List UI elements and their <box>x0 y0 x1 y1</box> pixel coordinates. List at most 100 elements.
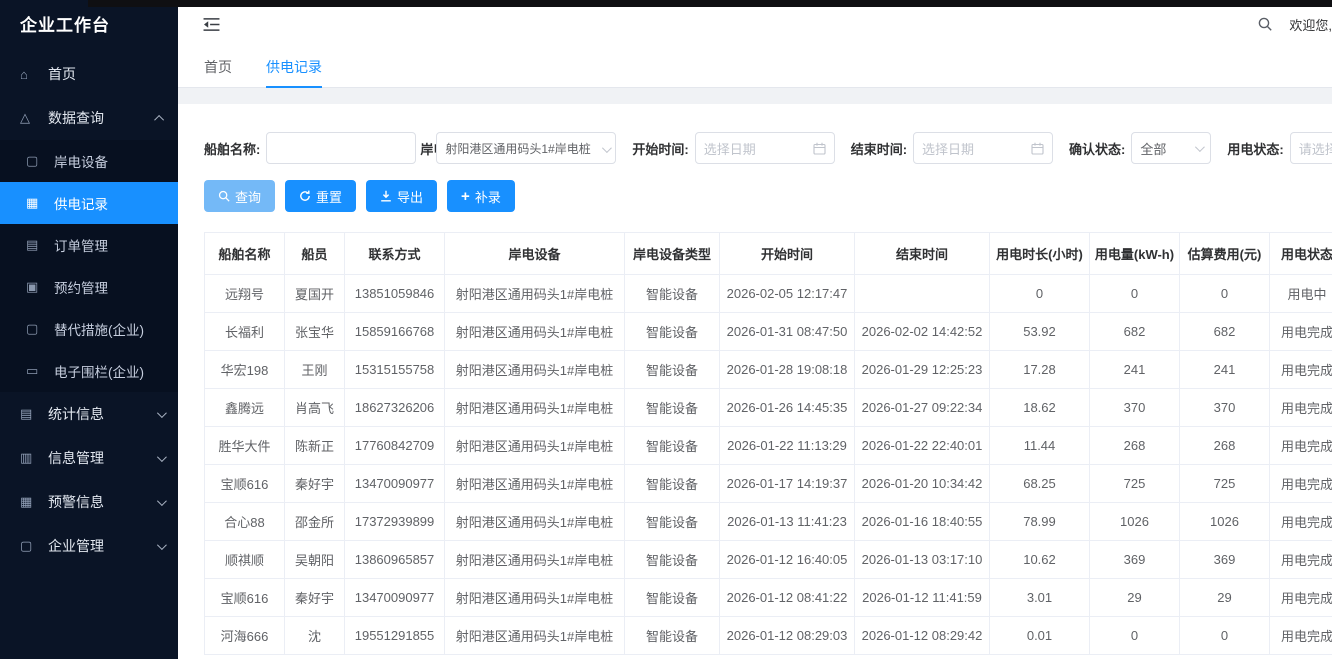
cell-ship-name: 长福利 <box>205 313 285 351</box>
cell-contact: 19551291855 <box>345 617 445 655</box>
ship-name-label: 船舶名称: <box>204 139 260 158</box>
end-date-picker[interactable]: 选择日期 <box>913 132 1053 164</box>
device-select[interactable]: 射阳港区通用码头1#岸电桩 <box>436 132 616 164</box>
sidebar-item-label: 岸电设备 <box>54 151 108 171</box>
sidebar-item-power-records[interactable]: ▦ 供电记录 <box>0 182 178 224</box>
sidebar-item-home[interactable]: ⌂ 首页 <box>0 52 178 96</box>
sidebar-item-enterprise-management[interactable]: ▢ 企业管理 <box>0 524 178 568</box>
cell-end-time: 2026-01-16 18:40:55 <box>855 503 990 541</box>
cell-cost: 29 <box>1180 579 1270 617</box>
cell-end-time: 2026-01-12 08:29:42 <box>855 617 990 655</box>
cell-start-time: 2026-01-28 19:08:18 <box>720 351 855 389</box>
table-row: 宝顺616 秦好宇 13470090977 射阳港区通用码头1#岸电桩 智能设备… <box>205 465 1332 503</box>
cell-status: 用电完成 <box>1270 465 1332 503</box>
sidebar-item-data-query[interactable]: △ 数据查询 <box>0 96 178 140</box>
cell-cost: 0 <box>1180 617 1270 655</box>
export-button[interactable]: 导出 <box>366 180 437 212</box>
cell-status: 用电完成 <box>1270 427 1332 465</box>
cell-contact: 13860965857 <box>345 541 445 579</box>
column-header: 估算费用(元) <box>1180 233 1270 275</box>
cell-crew: 吴朝阳 <box>285 541 345 579</box>
cell-start-time: 2026-01-17 14:19:37 <box>720 465 855 503</box>
cell-device: 射阳港区通用码头1#岸电桩 <box>445 313 625 351</box>
cell-ship-name: 河海666 <box>205 617 285 655</box>
cell-contact: 13851059846 <box>345 275 445 313</box>
tab-power-records[interactable]: 供电记录 <box>266 48 322 88</box>
query-button[interactable]: 查询 <box>204 180 275 212</box>
cell-crew: 沈 <box>285 617 345 655</box>
cell-device-type: 智能设备 <box>625 541 720 579</box>
sidebar-item-shore-devices[interactable]: ▢ 岸电设备 <box>0 140 178 182</box>
cell-contact: 18627326206 <box>345 389 445 427</box>
cell-device-type: 智能设备 <box>625 617 720 655</box>
column-header: 用电时长(小时) <box>990 233 1090 275</box>
download-icon <box>380 190 392 202</box>
outdent-icon <box>202 17 221 32</box>
records-icon: ▦ <box>26 195 48 211</box>
sidebar-item-label: 企业管理 <box>48 536 104 556</box>
cell-consumption: 29 <box>1090 579 1180 617</box>
sidebar-item-label: 电子围栏(企业) <box>54 361 144 381</box>
cell-contact: 15315155758 <box>345 351 445 389</box>
sidebar-item-warning-info[interactable]: ▦ 预警信息 <box>0 480 178 524</box>
tab-bar: 首页 供电记录 <box>178 48 1332 88</box>
device-icon: ▢ <box>26 153 48 169</box>
cell-start-time: 2026-01-13 11:41:23 <box>720 503 855 541</box>
cell-contact: 13470090977 <box>345 579 445 617</box>
refresh-icon <box>299 190 311 202</box>
chevron-down-icon <box>157 452 167 462</box>
cell-consumption: 1026 <box>1090 503 1180 541</box>
sidebar-item-label: 订单管理 <box>54 235 108 255</box>
cell-crew: 肖高飞 <box>285 389 345 427</box>
confirm-status-value: 全部 <box>1140 139 1166 158</box>
cell-device: 射阳港区通用码头1#岸电桩 <box>445 351 625 389</box>
tab-home[interactable]: 首页 <box>204 48 232 88</box>
cell-status: 用电中 <box>1270 275 1332 313</box>
cell-cost: 370 <box>1180 389 1270 427</box>
sidebar-collapse-button[interactable] <box>202 17 221 32</box>
column-header: 船舶名称 <box>205 233 285 275</box>
power-status-select[interactable]: 请选择 <box>1290 132 1332 164</box>
sidebar-item-information-management[interactable]: ▥ 信息管理 <box>0 436 178 480</box>
column-header: 开始时间 <box>720 233 855 275</box>
column-header: 联系方式 <box>345 233 445 275</box>
start-date-picker[interactable]: 选择日期 <box>695 132 835 164</box>
column-header: 岸电设备 <box>445 233 625 275</box>
cell-cost: 369 <box>1180 541 1270 579</box>
cell-device: 射阳港区通用码头1#岸电桩 <box>445 389 625 427</box>
cell-ship-name: 华宏198 <box>205 351 285 389</box>
chevron-down-icon <box>157 496 167 506</box>
cell-end-time <box>855 275 990 313</box>
sidebar-item-alternative-measures[interactable]: ▢ 替代措施(企业) <box>0 308 178 350</box>
chevron-down-icon <box>157 540 167 550</box>
cell-end-time: 2026-01-20 10:34:42 <box>855 465 990 503</box>
cell-consumption: 370 <box>1090 389 1180 427</box>
search-icon[interactable] <box>1257 16 1273 32</box>
cell-status: 用电完成 <box>1270 541 1332 579</box>
sidebar-item-electronic-fence[interactable]: ▭ 电子围栏(企业) <box>0 350 178 392</box>
cell-device: 射阳港区通用码头1#岸电桩 <box>445 465 625 503</box>
chevron-down-icon <box>602 143 612 153</box>
ship-name-input[interactable] <box>275 133 407 163</box>
sidebar-item-label: 首页 <box>48 64 76 84</box>
confirm-status-select[interactable]: 全部 <box>1131 132 1211 164</box>
cell-cost: 725 <box>1180 465 1270 503</box>
sidebar-item-order-management[interactable]: ▤ 订单管理 <box>0 224 178 266</box>
chevron-up-icon <box>154 114 164 124</box>
cell-start-time: 2026-01-12 16:40:05 <box>720 541 855 579</box>
sidebar-item-statistics[interactable]: ▤ 统计信息 <box>0 392 178 436</box>
sidebar-item-label: 预警信息 <box>48 492 104 512</box>
cell-duration: 17.28 <box>990 351 1090 389</box>
cell-device: 射阳港区通用码头1#岸电桩 <box>445 617 625 655</box>
cell-duration: 0 <box>990 275 1090 313</box>
cell-device-type: 智能设备 <box>625 351 720 389</box>
app-root: 企业工作台 ⌂ 首页 △ 数据查询 ▢ 岸电设备 ▦ 供电记录 <box>0 0 1332 659</box>
reset-button[interactable]: 重置 <box>285 180 356 212</box>
sidebar-item-reservation-management[interactable]: ▣ 预约管理 <box>0 266 178 308</box>
calendar-icon <box>813 142 826 155</box>
supplement-button[interactable]: + 补录 <box>447 180 515 212</box>
cell-device: 射阳港区通用码头1#岸电桩 <box>445 541 625 579</box>
cell-start-time: 2026-01-12 08:41:22 <box>720 579 855 617</box>
column-header: 用电量(kW-h) <box>1090 233 1180 275</box>
cell-duration: 78.99 <box>990 503 1090 541</box>
